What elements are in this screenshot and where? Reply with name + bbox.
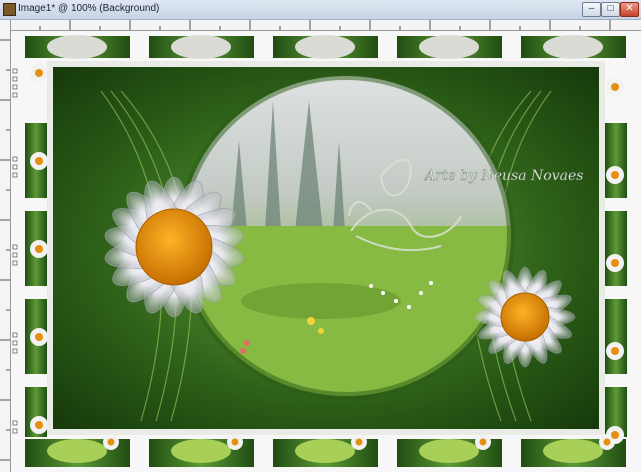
close-button[interactable]: ✕	[620, 2, 639, 17]
vertical-ruler	[0, 20, 11, 472]
horizontal-ruler	[10, 20, 641, 31]
title-bar[interactable]: Image1* @ 100% (Background) – □ ✕	[0, 0, 641, 20]
window-title: Image1* @ 100% (Background)	[18, 3, 160, 14]
small-daisy-right	[474, 266, 576, 368]
maximize-button[interactable]: □	[601, 2, 620, 17]
image-canvas[interactable]: Arte by Neusa Novaes	[11, 31, 641, 472]
image-document-icon	[3, 3, 16, 16]
image-window: Image1* @ 100% (Background) – □ ✕ Arte b…	[0, 0, 641, 472]
minimize-button[interactable]: –	[582, 2, 601, 17]
watermark-text: Arte by Neusa Novaes	[423, 168, 583, 184]
